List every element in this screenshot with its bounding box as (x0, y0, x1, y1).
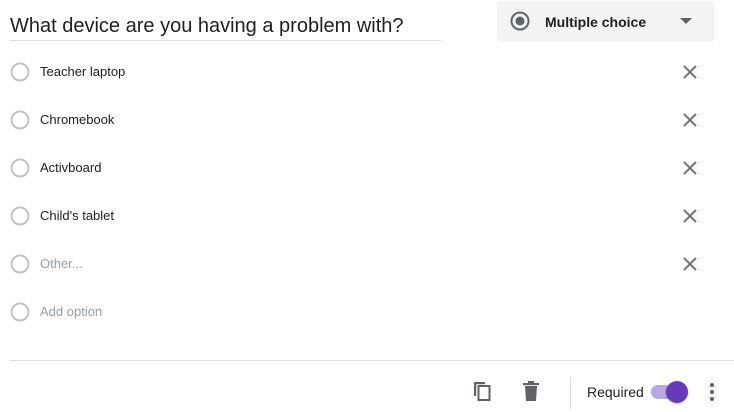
close-icon[interactable] (678, 204, 702, 228)
radio-button-checked-icon (510, 11, 530, 31)
radio-unchecked-icon (10, 302, 30, 322)
more-vert-icon[interactable] (702, 380, 722, 404)
option-label[interactable]: Chromebook (40, 111, 114, 129)
close-icon[interactable] (678, 60, 702, 84)
duplicate-icon[interactable] (469, 378, 495, 404)
add-option-row: Add option (0, 294, 734, 330)
option-label[interactable]: Activboard (40, 159, 101, 177)
question-type-label: Multiple choice (545, 14, 647, 30)
close-icon[interactable] (678, 108, 702, 132)
footer-divider (10, 360, 734, 361)
radio-unchecked-icon (10, 110, 30, 130)
other-option-label[interactable]: Other... (40, 255, 83, 273)
option-row: Chromebook (0, 102, 734, 138)
footer-vertical-divider (570, 377, 571, 409)
radio-unchecked-icon (10, 158, 30, 178)
radio-unchecked-icon (10, 62, 30, 82)
close-icon[interactable] (678, 156, 702, 180)
option-row: Child's tablet (0, 198, 734, 234)
question-title[interactable]: What device are you having a problem wit… (10, 12, 441, 41)
close-icon[interactable] (678, 252, 702, 276)
radio-unchecked-icon (10, 206, 30, 226)
toggle-thumb (666, 381, 688, 403)
option-row: Teacher laptop (0, 54, 734, 90)
other-option-row: Other... (0, 246, 734, 282)
trash-icon[interactable] (518, 378, 544, 404)
required-toggle[interactable] (649, 381, 689, 403)
radio-unchecked-icon (10, 254, 30, 274)
question-type-dropdown[interactable]: Multiple choice (497, 1, 714, 42)
add-option-button[interactable]: Add option (40, 303, 102, 321)
option-label[interactable]: Child's tablet (40, 207, 114, 225)
chevron-down-icon (680, 18, 692, 24)
required-label: Required (587, 384, 644, 400)
option-label[interactable]: Teacher laptop (40, 63, 125, 81)
option-row: Activboard (0, 150, 734, 186)
